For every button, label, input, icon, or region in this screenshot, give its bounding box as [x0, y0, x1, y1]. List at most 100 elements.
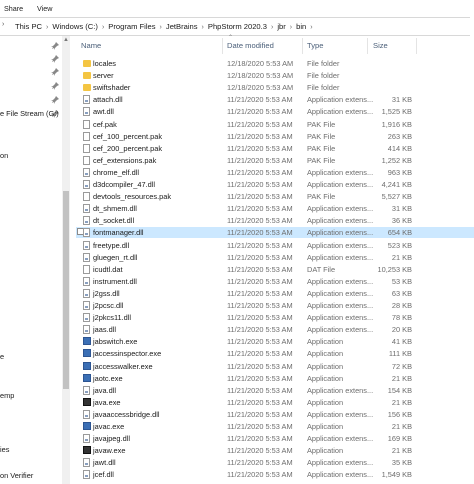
file-row[interactable]: javaaccessbridge.dll 11/21/2020 5:53 AM Ap… [76, 409, 474, 420]
file-row[interactable]: dt_socket.dll 11/21/2020 5:53 AM Applicati… [76, 215, 474, 226]
file-row[interactable]: dt_shmem.dll 11/21/2020 5:53 AM Applicatio… [76, 203, 474, 214]
dll-file-icon [83, 434, 91, 444]
dll-file-icon [83, 301, 91, 310]
column-divider[interactable] [302, 38, 303, 54]
file-row[interactable]: java.exe 11/21/2020 5:53 AM Application 21 … [76, 397, 474, 408]
ribbon-tab-share[interactable]: Share [4, 4, 23, 13]
file-row[interactable]: java.dll 11/21/2020 5:53 AM Application ex… [76, 385, 474, 396]
file-size: 963 KB [387, 167, 412, 177]
nav-item[interactable]: emp [0, 391, 14, 400]
file-row[interactable]: jaotc.exe 11/21/2020 5:53 AM Application 21… [76, 373, 474, 384]
file-row[interactable]: freetype.dll 11/21/2020 5:53 AM Applicatio… [76, 240, 474, 251]
file-row[interactable]: server 12/18/2020 5:53 AM File folder [76, 70, 474, 81]
dll-file-icon [83, 204, 91, 214]
crumb-program-files[interactable]: Program Files [108, 22, 155, 31]
pin-icon[interactable] [51, 42, 59, 50]
file-icon [83, 131, 91, 141]
file-row[interactable]: j2gss.dll 11/21/2020 5:53 AM Application e… [76, 288, 474, 299]
file-row[interactable]: icudtl.dat 11/21/2020 5:53 AM DAT File 10,2… [76, 264, 474, 275]
nav-item-file-stream[interactable]: e File Stream (G:) [0, 109, 59, 118]
file-row[interactable]: d3dcompiler_47.dll 11/21/2020 5:53 AM Appl… [76, 179, 474, 190]
nav-item[interactable]: e [0, 352, 4, 361]
column-divider[interactable] [367, 38, 368, 54]
address-bar[interactable]: › This PC › Windows (C:) › Program Files › Jet… [0, 17, 470, 36]
file-row[interactable]: javaw.exe 11/21/2020 5:53 AM Application 21… [76, 445, 474, 456]
pin-icon[interactable] [51, 55, 59, 63]
file-type: Application [307, 373, 344, 383]
file-type: Application extens... [307, 313, 374, 323]
file-row[interactable]: locales 12/18/2020 5:53 AM File folder [76, 58, 474, 69]
file-row[interactable]: j2pkcs11.dll 11/21/2020 5:53 AM Applicatio… [76, 312, 474, 323]
file-row[interactable]: j2pcsc.dll 11/21/2020 5:53 AM Application … [76, 300, 474, 311]
file-size: 1,916 KB [381, 119, 412, 129]
file-row[interactable]: fontmanager.dll 11/21/2020 5:53 AM Applica… [76, 227, 474, 239]
file-row[interactable]: devtools_resources.pak 11/21/2020 5:53 AM… [76, 191, 474, 202]
crumb-phpstorm[interactable]: PhpStorm 2020.3 [208, 22, 267, 31]
pin-icon[interactable] [51, 96, 59, 104]
file-name: java.exe [93, 397, 121, 407]
column-divider[interactable] [222, 38, 223, 54]
nav-item-verifier[interactable]: on Verifier [0, 471, 33, 480]
file-size: 21 KB [391, 252, 412, 262]
file-name: devtools_resources.pak [93, 192, 172, 202]
column-divider[interactable] [416, 38, 417, 54]
file-row[interactable]: jabswitch.exe 11/21/2020 5:53 AM Applicati… [76, 336, 474, 347]
file-date-modified: 11/21/2020 5:53 AM [227, 434, 293, 444]
file-type: Application extens... [307, 288, 374, 298]
file-name: fontmanager.dll [93, 228, 144, 238]
file-row[interactable]: swiftshader 12/18/2020 5:53 AM File folder [76, 82, 474, 93]
nav-scrollbar[interactable]: ▲ [62, 36, 70, 484]
crumb-bin[interactable]: bin [296, 22, 306, 31]
navigation-pane: e File Stream (G:) on e emp ies on Verif… [0, 36, 62, 484]
file-name: locales [93, 59, 117, 68]
file-row[interactable]: jaas.dll 11/21/2020 5:53 AM Application ex… [76, 324, 474, 335]
file-type: Application [307, 397, 344, 407]
file-icon [83, 192, 91, 202]
column-header-type[interactable]: Type [307, 41, 323, 50]
file-row[interactable]: jaccessinspector.exe 11/21/2020 5:53 AM Ap… [76, 348, 474, 359]
file-size: 263 KB [387, 131, 412, 141]
crumb-jbr[interactable]: jbr [277, 22, 285, 31]
nav-item[interactable]: ies [0, 445, 9, 454]
crumb-windows-c[interactable]: Windows (C:) [52, 22, 98, 31]
file-row[interactable]: gluegen_rt.dll 11/21/2020 5:53 AM Applicat… [76, 252, 474, 263]
file-type: File folder [307, 59, 340, 68]
file-name: server [93, 71, 114, 81]
file-size: 169 KB [387, 434, 412, 444]
pin-icon[interactable] [51, 82, 59, 90]
nav-item[interactable]: on [0, 151, 8, 160]
file-row[interactable]: instrument.dll 11/21/2020 5:53 AM Applicat… [76, 276, 474, 287]
scroll-up-icon[interactable]: ▲ [63, 37, 69, 43]
file-date-modified: 11/21/2020 5:53 AM [227, 204, 293, 214]
file-name: cef.pak [93, 119, 117, 129]
file-row[interactable]: awt.dll 11/21/2020 5:53 AM Application ext… [76, 106, 474, 117]
file-name: jaas.dll [93, 325, 117, 335]
file-size: 21 KB [391, 397, 412, 407]
file-row[interactable]: javac.exe 11/21/2020 5:53 AM Application 21… [76, 421, 474, 432]
file-row[interactable]: cef_extensions.pak 11/21/2020 5:53 AM PAK … [76, 155, 474, 166]
column-header-name[interactable]: Name [81, 41, 101, 50]
column-header-size[interactable]: Size [373, 41, 388, 50]
ribbon-tab-view[interactable]: View [37, 4, 52, 13]
column-header-date[interactable]: Date modified [227, 41, 274, 50]
nav-scrollbar-thumb[interactable] [63, 191, 69, 389]
file-date-modified: 11/21/2020 5:53 AM [227, 313, 293, 323]
file-row[interactable]: attach.dll 11/21/2020 5:53 AM Application … [76, 94, 474, 105]
file-row[interactable]: cef.pak 11/21/2020 5:53 AM PAK File 1,916 K… [76, 119, 474, 130]
pin-icon[interactable] [51, 68, 59, 76]
file-row[interactable]: chrome_elf.dll 11/21/2020 5:53 AM Applicat… [76, 167, 474, 178]
file-row[interactable]: cef_200_percent.pak 11/21/2020 5:53 AM PAK… [76, 143, 474, 154]
file-type: PAK File [307, 192, 336, 202]
file-name: icudtl.dat [93, 264, 123, 274]
file-size: 1,549 KB [381, 470, 412, 480]
file-row[interactable]: jcef.dll 11/21/2020 5:53 AM Application ex… [76, 469, 474, 480]
file-row[interactable]: jawt.dll 11/21/2020 5:53 AM Application ex… [76, 457, 474, 468]
file-row[interactable]: javajpeg.dll 11/21/2020 5:53 AM Applicatio… [76, 433, 474, 444]
file-size: 1,252 KB [381, 155, 412, 165]
file-row[interactable]: cef_100_percent.pak 11/21/2020 5:53 AM PAK… [76, 131, 474, 142]
crumb-jetbrains[interactable]: JetBrains [166, 22, 198, 31]
file-type: Application [307, 446, 344, 456]
file-row[interactable]: jaccesswalker.exe 11/21/2020 5:53 AM Appli… [76, 361, 474, 372]
column-header-row: ⌃ Name Date modified Type Size [76, 35, 474, 54]
crumb-this-pc[interactable]: This PC [15, 22, 42, 31]
